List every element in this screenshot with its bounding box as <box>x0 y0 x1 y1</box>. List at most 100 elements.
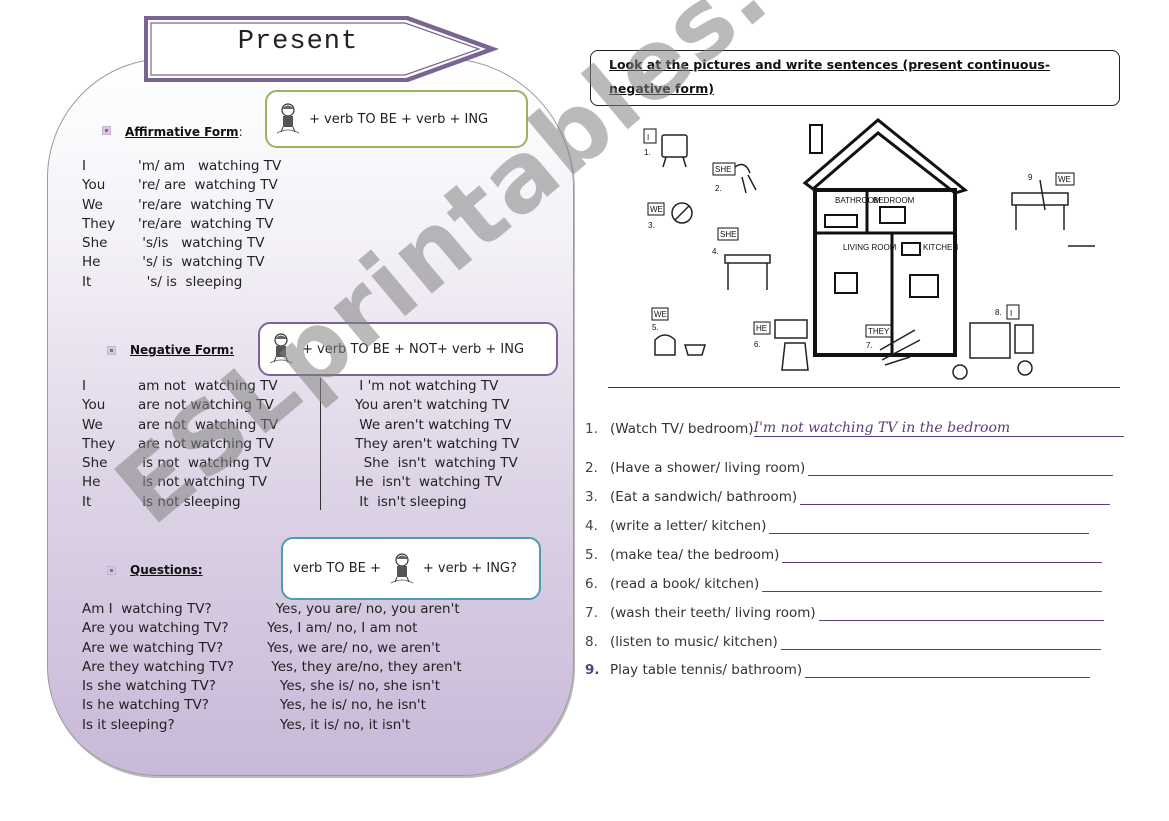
questions-table: Am I watching TV? Yes, you are/ no, you … <box>82 600 462 735</box>
svg-text:THEY: THEY <box>868 327 890 336</box>
cup-icon <box>683 344 707 356</box>
armchair-icon <box>781 342 809 371</box>
table-row: You are not watching TV <box>82 397 274 414</box>
svg-text:HE: HE <box>756 324 767 333</box>
negative-label: Negative Form: <box>130 343 235 357</box>
table-row: He 's/ is watching TV <box>82 254 265 271</box>
table-row: She 's/is watching TV <box>82 235 265 252</box>
exercise-item-6: 6. (read a book/ kitchen) <box>585 576 1103 592</box>
answer-field[interactable] <box>818 606 1104 621</box>
book-icon <box>774 319 808 339</box>
svg-text:SHE: SHE <box>720 230 736 239</box>
table-row: It isn't sleeping <box>355 493 467 510</box>
answer-field[interactable] <box>782 548 1103 563</box>
questions-label: Questions: <box>130 563 203 577</box>
questions-formula-box: verb TO BE + + verb + ING? <box>281 537 541 600</box>
kid-icon <box>387 551 417 587</box>
table-row: You're/ are watching TV <box>82 177 278 194</box>
answer-field[interactable] <box>762 577 1103 592</box>
instruction-line-1: Look at the pictures and write sentences… <box>609 57 1051 72</box>
table-row: Is he watching TV? Yes, he is/ no, he is… <box>82 697 426 714</box>
table-row: You aren't watching TV <box>355 397 510 414</box>
table-row: They aren't watching TV <box>355 435 520 452</box>
table-row: Is she watching TV? Yes, she is/ no, she… <box>82 678 440 695</box>
svg-text:5.: 5. <box>652 323 659 332</box>
table-row: Is it sleeping? Yes, it is/ no, it isn't <box>82 716 411 733</box>
svg-text:9: 9 <box>1028 173 1033 182</box>
negative-short-table: I 'm not watching TV You aren't watching… <box>355 377 519 512</box>
questions-formula-before: verb TO BE + <box>293 561 381 576</box>
exercise-prompt: (wash their teeth/ living room) <box>610 605 816 621</box>
svg-text:2.: 2. <box>715 184 722 193</box>
table-row: Iam not watching TV <box>82 378 278 394</box>
exercise-item-9: 9. Play table tennis/ bathroom) <box>585 662 1091 678</box>
room-label-bedroom: BEDROOM <box>873 196 915 205</box>
negative-formula: + verb TO BE + NOT+ verb + ING <box>302 341 525 357</box>
svg-text:I: I <box>1010 309 1012 318</box>
svg-text:WE: WE <box>1058 175 1071 184</box>
answer-field[interactable] <box>805 663 1091 678</box>
answer-field[interactable] <box>780 635 1101 650</box>
kid-icon <box>273 101 303 137</box>
exercise-item-5: 5. (make tea/ the bedroom) <box>585 547 1103 563</box>
table-row: Am I watching TV? Yes, you are/ no, you … <box>82 601 460 617</box>
affirmative-formula-box: + verb TO BE + verb + ING <box>265 90 528 148</box>
questions-heading: Questions: <box>107 563 203 577</box>
table-row: I 'm not watching TV <box>355 378 499 394</box>
bullet-icon <box>102 126 111 135</box>
exercise-item-2: 2. (Have a shower/ living room) <box>585 460 1114 476</box>
room-label-living-room: LIVING ROOM <box>843 243 897 252</box>
bullet-icon <box>107 345 116 355</box>
svg-text:4.: 4. <box>712 247 719 256</box>
negative-full-table: Iam not watching TV You are not watching … <box>82 377 278 512</box>
exercise-prompt: (write a letter/ kitchen) <box>610 518 767 534</box>
svg-text:8.: 8. <box>995 308 1002 317</box>
table-row: He isn't watching TV <box>355 474 503 491</box>
table-row: We are not watching TV <box>82 416 279 433</box>
exercise-item-7: 7. (wash their teeth/ living room) <box>585 605 1104 621</box>
picture-divider <box>608 387 1120 388</box>
negative-heading: Negative Form: <box>107 343 234 357</box>
answer-field[interactable]: I'm not watching TV in the bedroom <box>753 420 1015 437</box>
svg-text:WE: WE <box>650 205 663 214</box>
table-row: They're/are watching TV <box>82 215 274 232</box>
answer-field[interactable] <box>769 519 1090 534</box>
table-row: They are not watching TV <box>82 435 274 452</box>
negative-formula-box: + verb TO BE + NOT+ verb + ING <box>258 322 558 376</box>
svg-text:7.: 7. <box>866 341 873 350</box>
answer-field[interactable] <box>800 490 1111 505</box>
instruction-box: Look at the pictures and write sentences… <box>590 50 1120 106</box>
room-label-kitchen: KITCHEN <box>923 243 958 252</box>
exercise-prompt: (make tea/ the bedroom) <box>610 547 780 563</box>
table-row: I'm/ am watching TV <box>82 158 282 174</box>
svg-text:I: I <box>647 133 649 142</box>
affirmative-table: I'm/ am watching TV You're/ are watching… <box>82 157 281 292</box>
page-title: Present <box>237 27 359 57</box>
table-row: He is not watching TV <box>82 474 268 491</box>
answer-field[interactable] <box>808 461 1114 476</box>
desk-icon <box>724 254 771 264</box>
table-row: Are they watching TV? Yes, they are/no, … <box>82 658 462 675</box>
table-row: Are we watching TV? Yes, we are/ no, we a… <box>82 639 441 656</box>
exercise-prompt: (Eat a sandwich/ bathroom) <box>610 489 798 505</box>
bullet-icon <box>107 565 116 575</box>
exercise-prompt: (Have a shower/ living room) <box>610 460 806 476</box>
affirmative-label: Affirmative Form <box>125 125 239 139</box>
exercise-prompt: (read a book/ kitchen) <box>610 576 760 592</box>
exercise-prompt: (Watch TV/ bedroom) <box>610 421 754 437</box>
table-row: She isn't watching TV <box>355 455 518 472</box>
svg-text:1.: 1. <box>644 148 651 157</box>
house-illustration: BATHROOM BEDROOM LIVING ROOM KITCHEN I S… <box>630 115 1120 390</box>
svg-text:3.: 3. <box>648 221 655 230</box>
tv-icon <box>661 134 688 158</box>
exercise-prompt: Play table tennis/ bathroom) <box>610 662 803 678</box>
questions-formula-after: + verb + ING? <box>422 561 517 576</box>
title-banner: Present <box>143 15 501 83</box>
table-row: She is not watching TV <box>82 455 272 472</box>
affirmative-heading: Affirmative Form: <box>102 121 243 140</box>
answer-line[interactable] <box>1014 422 1125 437</box>
svg-text:SHE: SHE <box>715 165 731 174</box>
ping-pong-table-icon <box>1011 192 1069 206</box>
table-row: It is not sleeping <box>82 493 241 510</box>
affirmative-formula: + verb TO BE + verb + ING <box>309 111 489 127</box>
